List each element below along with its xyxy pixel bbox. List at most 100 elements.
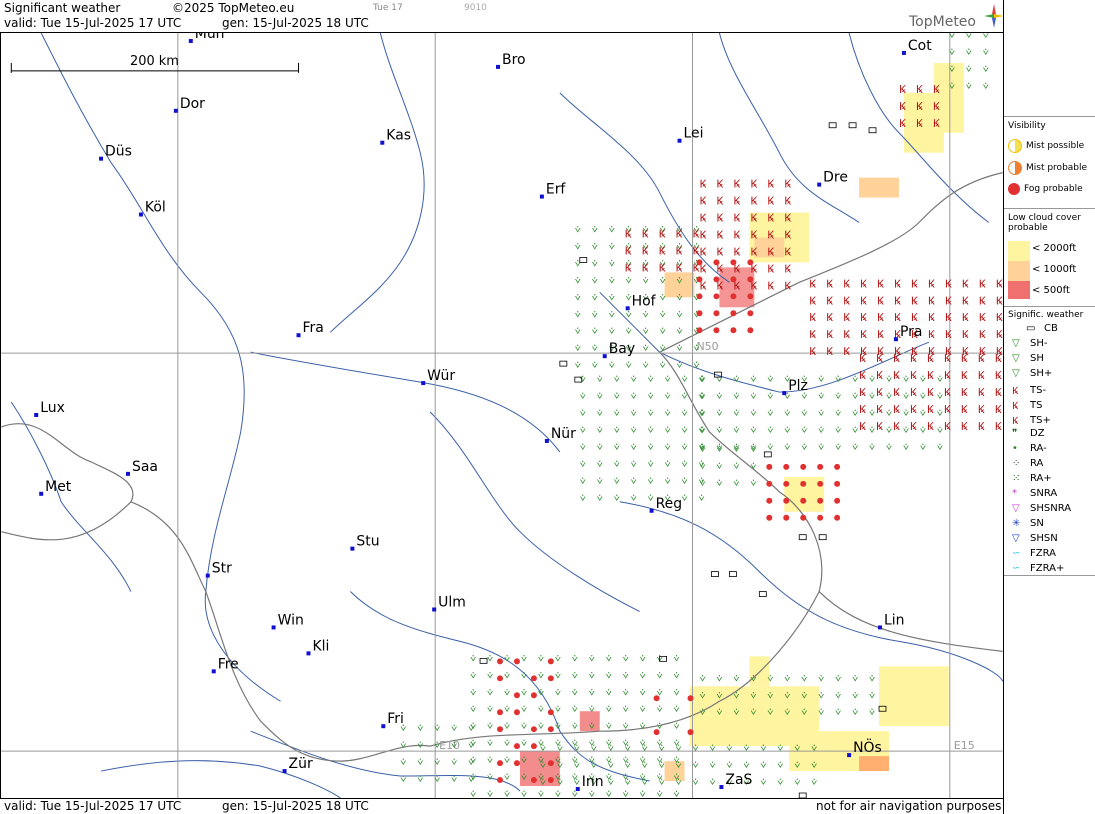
shower-icon: ⩒ [648, 476, 654, 487]
city-dre[interactable]: Dre [817, 170, 848, 187]
shower-icon: ⩒ [589, 789, 595, 799]
city-nös[interactable]: NÖs [847, 738, 882, 758]
legend-item-ra-minus: • RA- [1012, 443, 1047, 454]
city-dor[interactable]: Dor [173, 96, 205, 113]
thunderstorm-icon: Ꝃ [860, 311, 867, 324]
city-marker [99, 156, 104, 161]
weather-map[interactable]: N50 E10 E15 200 km ⩒⩒⩒⩒⩒⩒⩒⩒⩒⩒⩒⩒ꝂꝂꝂꝂꝂꝂꝂꝂꝂ… [0, 32, 1004, 799]
city-kas[interactable]: Kas [380, 128, 411, 145]
city-markers[interactable]: Mün Dor Düs Köl Kas Bro Lei Cot Erf Dre Hof Fra Bay P… [34, 32, 932, 792]
tab-day[interactable]: Tue 17 [373, 3, 403, 13]
city-kli[interactable]: Kli [306, 638, 330, 656]
shower-icon: ⩒ [487, 704, 493, 715]
city-marker [173, 108, 178, 113]
shower-icon: ⩒ [597, 374, 603, 385]
city-zas[interactable]: ZaS [719, 772, 753, 790]
thunderstorm-icon: Ꝃ [944, 420, 951, 433]
header-bar: Significant weather ©2025 TopMeteo.eu Tu… [0, 0, 1003, 32]
shower-icon: ⩒ [693, 360, 699, 371]
shower-icon: ⩒ [750, 461, 756, 472]
thunderstorm-icon: Ꝃ [750, 212, 757, 225]
legend-item-label: SHSN [1030, 533, 1058, 544]
thunderstorm-icon: Ꝃ [625, 227, 632, 240]
thunderstorm-icon: Ꝃ [894, 294, 901, 307]
shower-icon: ⩒ [886, 425, 892, 436]
shower-icon: ⩒ [818, 425, 824, 436]
city-zür[interactable]: Zür [282, 756, 313, 774]
city-met[interactable]: Met [39, 479, 72, 496]
lc-500-swatch [1008, 281, 1030, 299]
cb-icon [711, 571, 719, 577]
city-win[interactable]: Win [271, 612, 304, 630]
shower-icon: ⩒ [699, 391, 705, 402]
thunderstorm-icon: Ꝃ [733, 195, 740, 208]
thunderstorm-icon: Ꝃ [996, 328, 1003, 341]
fog-icon [730, 327, 737, 334]
shower-icon: ⩒ [538, 670, 544, 681]
city-lei[interactable]: Lei [677, 126, 704, 143]
shower-icon: ⩒ [750, 444, 756, 455]
city-köl[interactable]: Köl [138, 200, 166, 217]
city-saa[interactable]: Saa [125, 459, 158, 476]
shower-icon: ⩒ [648, 425, 654, 436]
thunderstorm-icon: Ꝃ [944, 403, 951, 416]
shower-icon: ⩒ [609, 360, 615, 371]
fog-icon [653, 695, 660, 702]
shower-icon: ⩒ [487, 721, 493, 732]
city-marker [901, 50, 906, 55]
city-erf[interactable]: Erf [539, 182, 567, 199]
thunderstorm-icon: Ꝃ [927, 386, 934, 399]
thunderstorm-icon: Ꝃ [876, 420, 883, 433]
city-fri[interactable]: Fri [381, 711, 404, 729]
thunderstorm-icon: Ꝃ [642, 261, 649, 274]
legend-item-label: SH+ [1030, 368, 1053, 379]
shower-icon: ⩒ [642, 743, 648, 754]
cb-icon [798, 792, 807, 798]
shower-icon: ⩒ [631, 425, 637, 436]
shower-icon: ⩒ [487, 789, 493, 799]
shower-icon: ⩒ [609, 292, 615, 303]
city-fre[interactable]: Fre [211, 656, 239, 674]
city-düs[interactable]: Düs [99, 144, 132, 161]
shower-icon: ⩒ [417, 774, 423, 785]
city-lux[interactable]: Lux [34, 400, 65, 417]
city-würzburg[interactable]: Wür [421, 368, 455, 386]
shower-icon: ⩒ [852, 374, 858, 385]
shower-icon: ⩒ [592, 309, 598, 320]
city-fra[interactable]: Fra [296, 320, 324, 338]
city-label: Lei [684, 126, 704, 142]
fog-icon [766, 514, 773, 521]
shower-icon: ⩒ [665, 425, 671, 436]
legend-item-sh: ▽ SH [1012, 353, 1044, 364]
city-bay[interactable]: Bay [602, 341, 635, 359]
shower-icon: ⩒ [504, 738, 510, 749]
city-stu[interactable]: Stu [350, 534, 380, 551]
shower-icon: ⩒ [575, 326, 581, 337]
city-cot[interactable]: Cot [901, 38, 932, 55]
city-lin[interactable]: Lin [878, 612, 905, 630]
shower-icon: ⩒ [750, 707, 756, 718]
legend-item-sn: ✳ SN [1012, 518, 1044, 529]
shower-icon: ⩒ [835, 374, 841, 385]
shower-icon: ⩒ [504, 653, 510, 664]
city-label: Dre [823, 170, 848, 186]
city-inn[interactable]: Inn [575, 774, 604, 792]
shower-icon: ⩒ [614, 425, 620, 436]
city-bro[interactable]: Bro [496, 52, 526, 69]
thunderstorm-icon: Ꝃ [859, 420, 866, 433]
shower-icon: ⩒ [937, 425, 943, 436]
shower-icon: ⩒ [677, 309, 683, 320]
shower-icon: ⩒ [750, 374, 756, 385]
shower-icon: ⩒ [903, 408, 909, 419]
shower-icon: ⩒ [589, 670, 595, 681]
city-ulm[interactable]: Ulm [432, 595, 466, 612]
shower-icon: ⩒ [648, 493, 654, 504]
shower-icon: ⩒ [609, 275, 615, 286]
shower-icon: ⩒ [660, 343, 666, 354]
city-reg[interactable]: Reg [649, 496, 683, 513]
shower-icon: ⩒ [597, 476, 603, 487]
city-marker [719, 785, 724, 790]
city-mün[interactable]: Mün [188, 32, 225, 43]
shower-icon: ⩒ [606, 653, 612, 664]
shower-icon: ⩒ [609, 309, 615, 320]
